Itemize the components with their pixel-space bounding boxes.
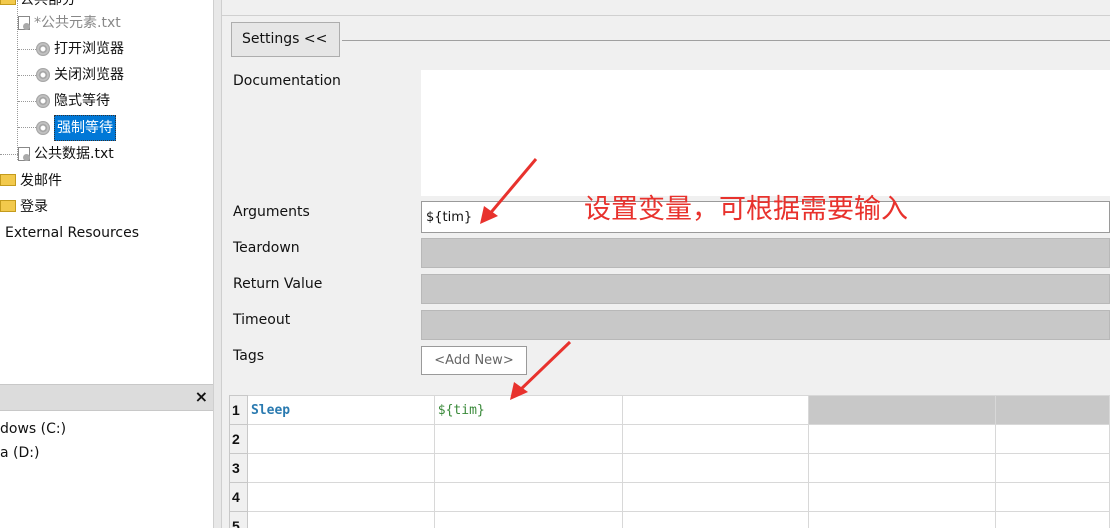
drive-item-c[interactable]: dows (C:) <box>0 421 66 437</box>
resource-file-icon <box>18 147 30 161</box>
drive-item-d[interactable]: a (D:) <box>0 445 39 461</box>
grid-cell[interactable] <box>808 511 997 528</box>
add-new-tag-button[interactable]: <Add New> <box>421 346 527 375</box>
folder-icon <box>0 200 16 212</box>
keyword-gear-icon <box>36 42 50 56</box>
row-number[interactable]: 4 <box>229 482 248 512</box>
tree-connector <box>18 127 36 128</box>
grid-cell[interactable] <box>433 424 623 454</box>
folder-icon <box>0 174 16 186</box>
grid-cell-disabled <box>995 395 1110 425</box>
tree-item-login-folder[interactable]: 登录 <box>0 195 48 219</box>
tree-item-keyword-open-browser[interactable]: 打开浏览器 <box>36 37 124 61</box>
keyword-gear-icon <box>36 68 50 82</box>
tree-connector <box>18 49 36 50</box>
keyword-steps-grid: 1 Sleep ${tim} 2 3 4 5 <box>229 395 1110 528</box>
tags-label: Tags <box>233 348 264 364</box>
tree-connector <box>0 154 18 155</box>
timeout-label: Timeout <box>233 312 291 328</box>
table-row: 5 <box>229 511 1110 528</box>
row-number[interactable]: 2 <box>229 424 248 454</box>
grid-cell[interactable] <box>246 453 435 483</box>
table-row: 3 <box>229 453 1110 483</box>
grid-cell[interactable] <box>433 453 623 483</box>
grid-cell[interactable] <box>995 511 1110 528</box>
grid-cell[interactable] <box>246 511 435 528</box>
grid-cell[interactable] <box>621 453 810 483</box>
grid-cell[interactable] <box>246 482 435 512</box>
tree-item-keyword-forced-wait[interactable]: 强制等待 <box>36 115 116 141</box>
grid-cell[interactable] <box>433 482 623 512</box>
grid-cell[interactable] <box>995 424 1110 454</box>
grid-cell[interactable] <box>621 395 810 425</box>
grid-cell-keyword[interactable]: Sleep <box>246 395 435 425</box>
grid-cell[interactable] <box>808 424 997 454</box>
return-value-label: Return Value <box>233 276 323 292</box>
tree-item-external-resources[interactable]: External Resources <box>5 221 139 245</box>
return-value-field[interactable] <box>421 274 1110 304</box>
tree-item-send-mail-folder[interactable]: 发邮件 <box>0 169 62 193</box>
keyword-editor: Settings << Documentation Arguments ${ti… <box>222 0 1110 528</box>
tree-connector <box>18 75 36 76</box>
arguments-label: Arguments <box>233 204 310 220</box>
panel-splitter[interactable] <box>213 0 222 528</box>
close-icon[interactable]: × <box>195 387 208 406</box>
tree-item-public-elements-file[interactable]: *公共元素.txt <box>18 11 121 35</box>
grid-cell-argument[interactable]: ${tim} <box>433 395 623 425</box>
grid-cell[interactable] <box>995 482 1110 512</box>
grid-cell[interactable] <box>995 453 1110 483</box>
keyword-gear-icon <box>36 121 50 135</box>
editor-tab-strip <box>222 0 1110 16</box>
grid-cell-disabled <box>808 395 997 425</box>
teardown-field[interactable] <box>421 238 1110 268</box>
resource-file-icon <box>18 16 30 30</box>
documentation-field[interactable] <box>421 70 1110 196</box>
row-number[interactable]: 5 <box>229 511 248 528</box>
resource-tree-panel: 公共部分 *公共元素.txt 打开浏览器 关闭浏览器 隐式等待 强制等待 公共数… <box>0 0 213 528</box>
documentation-label: Documentation <box>233 73 341 89</box>
grid-cell[interactable] <box>808 453 997 483</box>
table-row: 4 <box>229 482 1110 512</box>
settings-toggle-button[interactable]: Settings << <box>231 22 340 57</box>
grid-cell[interactable] <box>621 482 810 512</box>
tree-item-keyword-close-browser[interactable]: 关闭浏览器 <box>36 63 124 87</box>
teardown-label: Teardown <box>233 240 300 256</box>
tree-item-public-data-file[interactable]: 公共数据.txt <box>18 142 114 166</box>
row-number[interactable]: 1 <box>229 395 248 425</box>
keyword-gear-icon <box>36 94 50 108</box>
annotation-text: 设置变量，可根据需要输入 <box>584 194 908 225</box>
file-explorer-titlebar: × <box>0 384 213 411</box>
row-number[interactable]: 3 <box>229 453 248 483</box>
tree-connector <box>18 101 36 102</box>
timeout-field[interactable] <box>421 310 1110 340</box>
selected-keyword-label: 强制等待 <box>54 115 116 141</box>
table-row: 2 <box>229 424 1110 454</box>
grid-cell[interactable] <box>433 511 623 528</box>
settings-separator <box>342 40 1110 41</box>
grid-cell[interactable] <box>808 482 997 512</box>
table-row: 1 Sleep ${tim} <box>229 395 1110 425</box>
grid-cell[interactable] <box>621 511 810 528</box>
grid-cell[interactable] <box>621 424 810 454</box>
tree-item-keyword-implicit-wait[interactable]: 隐式等待 <box>36 89 110 113</box>
folder-open-icon <box>0 0 16 5</box>
grid-cell[interactable] <box>246 424 435 454</box>
